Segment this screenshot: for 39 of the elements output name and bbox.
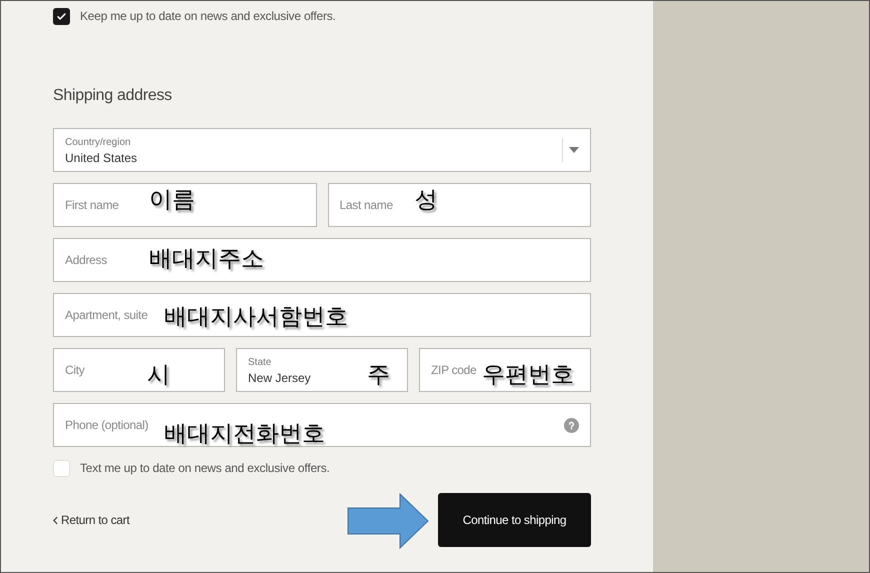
return-link[interactable]: Return to cart bbox=[53, 511, 130, 529]
select-field[interactable]: Country/region United States bbox=[53, 128, 591, 172]
placeholder-text: First name bbox=[65, 197, 119, 214]
checkbox[interactable] bbox=[53, 460, 70, 476]
input-field[interactable]: Address 배대지주소 bbox=[53, 238, 591, 282]
checkbox-label: Keep me up to date on news and exclusive offers. bbox=[80, 8, 336, 25]
input-field[interactable]: First name 이름 bbox=[53, 183, 316, 227]
checkbox[interactable] bbox=[53, 8, 70, 24]
annotation-text: 시 bbox=[147, 362, 170, 388]
input-field[interactable]: Phone (optional) 배대지전화번호 bbox=[53, 403, 591, 447]
placeholder-text: Phone (optional) bbox=[65, 417, 148, 434]
field-label: Country/region bbox=[65, 136, 131, 150]
annotation-text: 배대지주소 bbox=[149, 246, 264, 272]
annotation-text: 이름 bbox=[149, 187, 195, 213]
field-value: United States bbox=[65, 150, 138, 164]
annotation-text: 배대지전화번호 bbox=[164, 421, 325, 447]
placeholder-text: Apartment, suite bbox=[65, 307, 148, 324]
placeholder-text: ZIP code bbox=[431, 362, 476, 379]
field-label: State bbox=[248, 356, 272, 370]
placeholder-text: Address bbox=[65, 252, 107, 269]
input-field[interactable]: Last name 성 bbox=[328, 183, 591, 227]
placeholder-text: City bbox=[65, 362, 84, 379]
field-value: New Jersey bbox=[248, 370, 311, 384]
annotation-text: 성 bbox=[414, 187, 438, 213]
section-title: Shipping address bbox=[53, 86, 173, 106]
annotation-text: 주 bbox=[367, 362, 390, 388]
select-field[interactable]: State New Jersey 주 bbox=[236, 348, 408, 392]
check-icon bbox=[56, 10, 67, 22]
placeholder-text: Last name bbox=[340, 197, 393, 214]
input-field[interactable]: City 시 bbox=[53, 348, 225, 392]
chevron-left-icon bbox=[53, 516, 58, 524]
checkbox-label: Text me up to date on news and exclusive offers. bbox=[80, 460, 330, 477]
continue-button[interactable]: Continue to shipping bbox=[438, 493, 591, 547]
input-field[interactable]: Apartment, suite 배대지사서함번호 bbox=[53, 293, 591, 337]
help-icon[interactable] bbox=[564, 418, 579, 432]
annotation-text: 우편번호 bbox=[482, 362, 574, 388]
arrow-icon bbox=[347, 493, 429, 549]
input-field[interactable]: ZIP code 우편번호 bbox=[419, 348, 591, 392]
annotation-text: 배대지사서함번호 bbox=[164, 304, 348, 330]
